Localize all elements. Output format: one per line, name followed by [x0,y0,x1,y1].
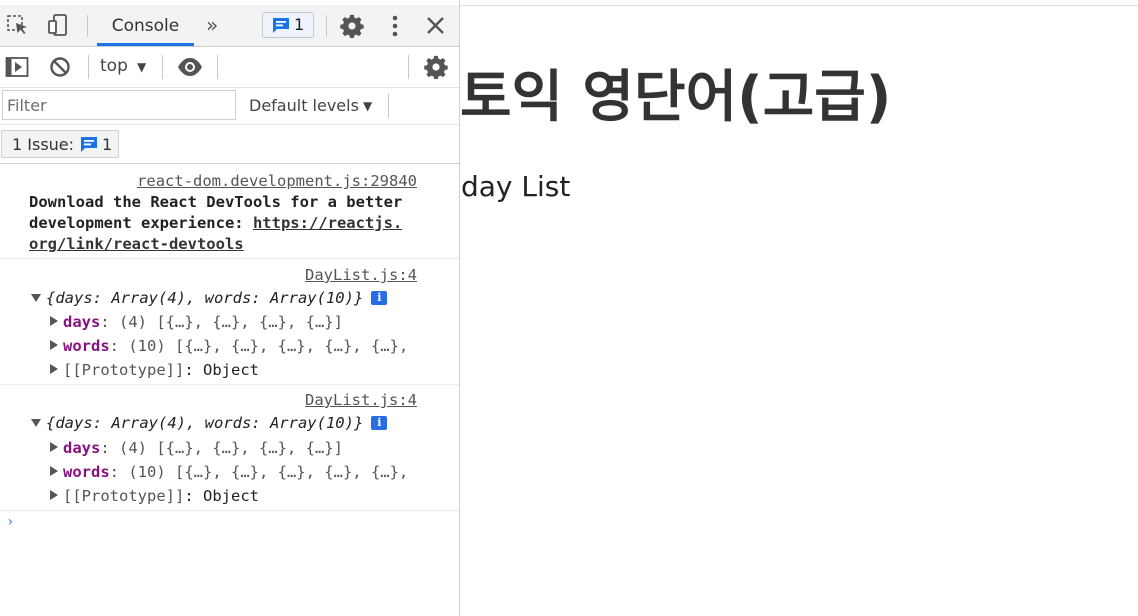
inspect-element-icon[interactable] [6,13,30,41]
console-message: react-dom.development.js:29840 Download … [0,164,459,259]
property-key: [[Prototype]] [63,487,185,505]
settings-gear-icon[interactable] [340,14,364,42]
devtools-panel: Console » 1 top ▼ Filter Default levels … [0,0,460,616]
object-summary[interactable]: {days: Array(4), words: Array(10)} i [31,289,388,307]
toolbar-divider [87,15,88,37]
devtools-link[interactable]: org/link/react-devtools [29,235,244,253]
page-subtitle: day List [461,170,571,203]
context-selector[interactable]: top [100,56,128,76]
property-key: [[Prototype]] [63,361,185,379]
object-summary-text: {days: Array(4), words: Array(10)} [46,289,364,307]
object-summary[interactable]: {days: Array(4), words: Array(10)} i [31,414,388,432]
collapsed-arrow-icon [50,466,58,476]
property-value: : (10) [{…}, {…}, {…}, {…}, {…}, [109,337,409,355]
property-key: days [63,313,101,331]
issues-button[interactable]: 1 Issue: 1 [1,130,119,158]
property-key: days [63,439,101,457]
collapsed-arrow-icon [50,442,58,452]
issues-label: 1 Issue: [12,135,75,154]
collapsed-arrow-icon [50,340,58,350]
object-property[interactable]: words: (10) [{…}, {…}, {…}, {…}, {…}, [50,463,408,481]
device-toolbar-icon[interactable] [46,13,70,41]
page-title: 토익 영단어(고급) [460,65,892,130]
object-property[interactable]: words: (10) [{…}, {…}, {…}, {…}, {…}, [50,337,408,355]
object-property[interactable]: [[Prototype]]: Object [50,487,259,505]
property-value: : (4) [{…}, {…}, {…}, {…}] [100,313,343,331]
info-icon[interactable]: i [371,291,388,305]
object-summary-text: {days: Array(4), words: Array(10)} [46,414,364,432]
filter-bar: Default levels ▼ [0,88,459,125]
chevron-down-icon: ▼ [137,60,147,74]
message-text: development experience: [29,214,253,232]
toolbar-divider [217,55,218,79]
issues-counter-button[interactable]: 1 [262,12,314,38]
more-options-icon[interactable] [391,14,399,42]
property-key: words [63,337,110,355]
issues-count: 1 [294,15,305,34]
object-property[interactable]: days: (4) [{…}, {…}, {…}, {…}] [50,313,343,331]
show-sidebar-icon[interactable] [5,56,29,82]
devtools-link[interactable]: https://reactjs. [253,214,402,232]
property-value: : Object [184,361,259,379]
source-link[interactable]: react-dom.development.js:29840 [137,172,417,190]
console-prompt[interactable]: › [6,514,14,530]
close-icon[interactable] [426,16,445,39]
expand-arrow-icon [31,419,41,427]
property-value: : (4) [{…}, {…}, {…}, {…}] [100,439,343,457]
page-top-border [460,5,1138,6]
info-icon[interactable]: i [371,416,388,430]
filter-input[interactable] [2,90,236,120]
property-value: : (10) [{…}, {…}, {…}, {…}, {…}, [109,463,409,481]
tab-console[interactable]: Console [97,5,194,46]
issues-count: 1 [102,135,113,154]
expand-arrow-icon [31,294,41,302]
console-message: DayList.js:4 {days: Array(4), words: Arr… [0,386,459,511]
property-key: words [63,463,110,481]
object-property[interactable]: days: (4) [{…}, {…}, {…}, {…}] [50,439,343,457]
clear-console-icon[interactable] [49,56,71,82]
devtools-tabbar: Console » 1 [0,5,459,47]
message-text-line: development experience: https://reactjs. [29,214,402,232]
issues-bar: 1 Issue: 1 [0,125,459,164]
toolbar-divider [388,94,389,118]
more-tabs-button[interactable]: » [206,13,218,37]
console-toolbar: top ▼ [0,47,459,88]
toolbar-divider [326,15,327,37]
console-message: DayList.js:4 {days: Array(4), words: Arr… [0,260,459,385]
collapsed-arrow-icon [50,490,58,500]
chevron-down-icon: ▼ [363,99,373,113]
message-icon [80,136,98,157]
live-expression-eye-icon[interactable] [177,57,203,81]
source-link[interactable]: DayList.js:4 [305,391,417,409]
collapsed-arrow-icon [50,316,58,326]
toolbar-divider [408,55,409,79]
property-value: : Object [184,487,259,505]
message-text: Download the React DevTools for a better [29,193,403,211]
collapsed-arrow-icon [50,364,58,374]
log-levels-dropdown[interactable]: Default levels [249,96,359,115]
toolbar-divider [88,55,89,79]
source-link[interactable]: DayList.js:4 [305,266,417,284]
object-property[interactable]: [[Prototype]]: Object [50,361,259,379]
console-settings-gear-icon[interactable] [424,55,448,83]
toolbar-divider [162,55,163,79]
message-icon [272,17,290,38]
